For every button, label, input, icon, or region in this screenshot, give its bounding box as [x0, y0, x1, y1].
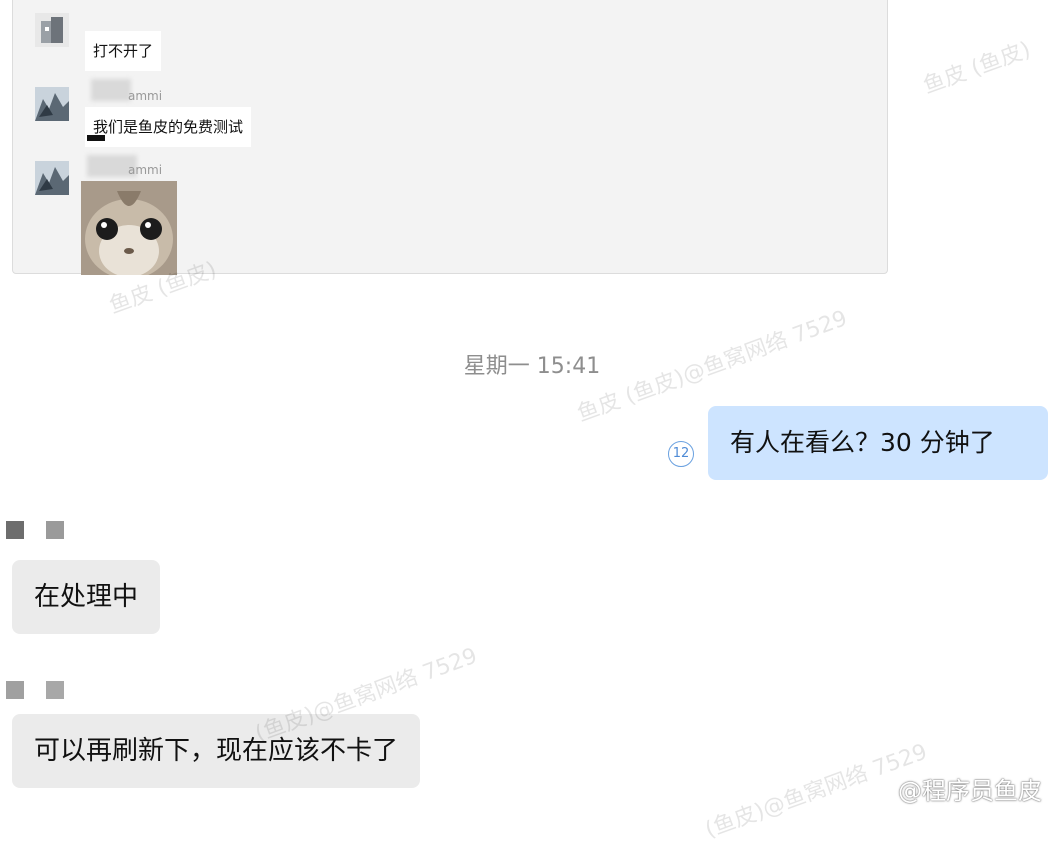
incoming-message-text: 可以再刷新下，现在应该不卡了 [34, 736, 399, 766]
avatar[interactable] [35, 13, 69, 47]
incoming-message-bubble[interactable]: 在处理中 [12, 560, 161, 634]
redaction-mark [87, 135, 105, 141]
quoted-message-bubble: 我们是鱼皮的免费测试 [85, 107, 252, 147]
source-watermark: @程序员鱼皮 [898, 777, 1042, 805]
quoted-message-text: 我们是鱼皮的免费测试 [93, 118, 244, 136]
sender-name-redacted [91, 79, 131, 101]
hamster-photo[interactable] [81, 181, 177, 275]
watermark-text: 鱼皮 (鱼皮) [920, 37, 1035, 100]
avatar[interactable] [35, 161, 69, 195]
outgoing-message-text: 有人在看么？30 分钟了 [730, 428, 995, 457]
watermark-text: (鱼皮)@鱼窝网络 7529 [702, 739, 931, 844]
outgoing-message-bubble[interactable]: 有人在看么？30 分钟了 [708, 406, 1048, 480]
sender-name: ammi [128, 89, 163, 103]
message-timestamp: 星期一 15:41 [463, 354, 601, 379]
incoming-message-text: 在处理中 [34, 582, 139, 612]
quoted-conversation-card[interactable]: 打不开了 ammi 我们是鱼皮的免费测试 ammi [12, 0, 888, 275]
quoted-message-bubble: 打不开了 [85, 31, 162, 71]
incoming-message-bubble[interactable]: 可以再刷新下，现在应该不卡了 [12, 714, 421, 788]
avatar[interactable] [35, 87, 69, 121]
sender-name: ammi [128, 163, 163, 177]
quoted-message-text: 打不开了 [93, 42, 154, 60]
read-count-badge[interactable]: 12 [668, 441, 694, 467]
